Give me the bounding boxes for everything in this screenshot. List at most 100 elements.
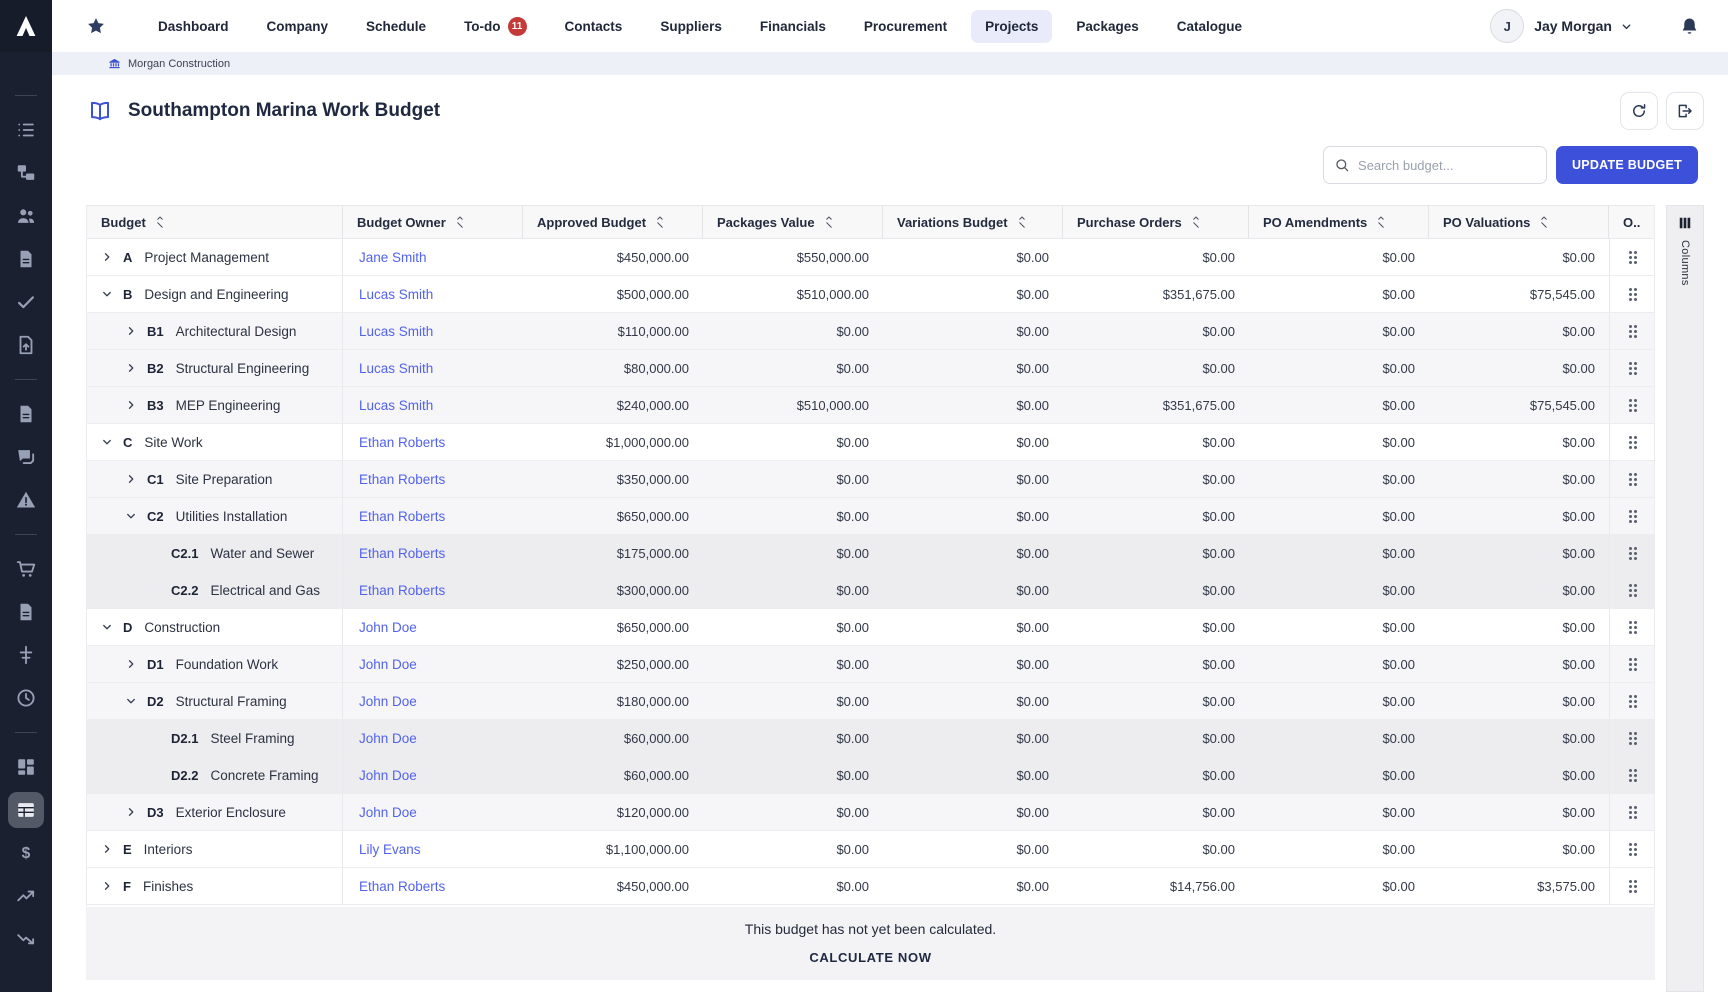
column-header-budget-owner[interactable]: Budget Owner — [343, 206, 523, 238]
owner-link[interactable]: Ethan Roberts — [343, 546, 445, 561]
owner-link[interactable]: Lucas Smith — [343, 398, 433, 413]
owner-link[interactable]: John Doe — [343, 805, 417, 820]
breadcrumb-company[interactable]: Morgan Construction — [128, 58, 230, 70]
sidebar-trend-down-icon[interactable] — [8, 921, 44, 957]
app-logo[interactable] — [0, 0, 52, 52]
sidebar-warning-icon[interactable] — [8, 482, 44, 518]
owner-link[interactable]: Ethan Roberts — [343, 879, 445, 894]
expand-chevron-right-icon[interactable] — [123, 473, 139, 485]
nav-item-procurement[interactable]: Procurement — [850, 10, 961, 43]
row-actions-menu[interactable] — [1609, 720, 1654, 756]
owner-link[interactable]: John Doe — [343, 657, 417, 672]
column-header-purchase-orders[interactable]: Purchase Orders — [1063, 206, 1249, 238]
owner-link[interactable]: Jane Smith — [343, 250, 427, 265]
sidebar-list-icon[interactable] — [8, 112, 44, 148]
sidebar-file-upload-icon[interactable] — [8, 327, 44, 363]
expand-chevron-right-icon[interactable] — [99, 880, 115, 892]
column-header-variations-budget[interactable]: Variations Budget — [883, 206, 1063, 238]
expand-chevron-right-icon[interactable] — [123, 806, 139, 818]
nav-item-schedule[interactable]: Schedule — [352, 10, 440, 43]
owner-link[interactable]: Ethan Roberts — [343, 509, 445, 524]
collapse-chevron-down-icon[interactable] — [123, 510, 139, 522]
sidebar-check-icon[interactable] — [8, 284, 44, 320]
search-input[interactable] — [1358, 158, 1536, 173]
expand-chevron-right-icon[interactable] — [123, 658, 139, 670]
column-header-po-amendments[interactable]: PO Amendments — [1249, 206, 1429, 238]
nav-item-packages[interactable]: Packages — [1062, 10, 1152, 43]
row-actions-menu[interactable] — [1609, 535, 1654, 571]
expand-chevron-right-icon[interactable] — [99, 843, 115, 855]
expand-chevron-right-icon[interactable] — [99, 251, 115, 263]
sidebar-chat-icon[interactable] — [8, 439, 44, 475]
nav-item-suppliers[interactable]: Suppliers — [646, 10, 736, 43]
row-actions-menu[interactable] — [1609, 276, 1654, 312]
favorite-star-icon[interactable] — [86, 16, 106, 36]
row-actions-menu[interactable] — [1609, 498, 1654, 534]
owner-link[interactable]: John Doe — [343, 731, 417, 746]
calculate-now-button[interactable]: CALCULATE NOW — [809, 950, 931, 965]
nav-item-contacts[interactable]: Contacts — [551, 10, 637, 43]
sidebar-trend-up-icon[interactable] — [8, 878, 44, 914]
sidebar-people-icon[interactable] — [8, 198, 44, 234]
notifications-bell-icon[interactable] — [1679, 16, 1700, 37]
owner-link[interactable]: Lucas Smith — [343, 361, 433, 376]
row-actions-menu[interactable] — [1609, 313, 1654, 349]
nav-item-projects[interactable]: Projects — [971, 10, 1052, 43]
row-actions-menu[interactable] — [1609, 683, 1654, 719]
row-actions-menu[interactable] — [1609, 424, 1654, 460]
sidebar-dollar-icon[interactable]: $ — [8, 835, 44, 871]
row-actions-menu[interactable] — [1609, 572, 1654, 608]
nav-item-dashboard[interactable]: Dashboard — [144, 10, 243, 43]
expand-chevron-right-icon[interactable] — [123, 325, 139, 337]
expand-chevron-right-icon[interactable] — [123, 399, 139, 411]
nav-item-financials[interactable]: Financials — [746, 10, 840, 43]
owner-link[interactable]: John Doe — [343, 620, 417, 635]
sidebar-clock-icon[interactable] — [8, 680, 44, 716]
sidebar-org-chart-icon[interactable] — [8, 155, 44, 191]
owner-link[interactable]: Lily Evans — [343, 842, 421, 857]
row-actions-menu[interactable] — [1609, 461, 1654, 497]
row-actions-menu[interactable] — [1609, 868, 1654, 904]
row-actions-menu[interactable] — [1609, 831, 1654, 867]
columns-panel-toggle[interactable]: Columns — [1666, 205, 1704, 992]
owner-link[interactable]: Lucas Smith — [343, 324, 433, 339]
sidebar-dashboard-icon[interactable] — [8, 749, 44, 785]
owner-link[interactable]: Ethan Roberts — [343, 435, 445, 450]
export-button[interactable] — [1666, 92, 1704, 130]
sidebar-document-icon[interactable] — [8, 594, 44, 630]
row-actions-menu[interactable] — [1609, 609, 1654, 645]
chevron-down-icon[interactable] — [1620, 20, 1633, 33]
sidebar-table-icon[interactable] — [8, 792, 44, 828]
row-actions-menu[interactable] — [1609, 757, 1654, 793]
collapse-chevron-down-icon[interactable] — [99, 436, 115, 448]
row-actions-menu[interactable] — [1609, 794, 1654, 830]
nav-item-company[interactable]: Company — [253, 10, 343, 43]
sidebar-document-icon[interactable] — [8, 396, 44, 432]
owner-link[interactable]: John Doe — [343, 694, 417, 709]
update-budget-button[interactable]: UPDATE BUDGET — [1556, 146, 1698, 184]
owner-link[interactable]: Lucas Smith — [343, 287, 433, 302]
row-actions-menu[interactable] — [1609, 387, 1654, 423]
row-actions-menu[interactable] — [1609, 646, 1654, 682]
column-header-budget[interactable]: Budget — [87, 206, 343, 238]
expand-chevron-right-icon[interactable] — [123, 362, 139, 374]
user-name[interactable]: Jay Morgan — [1534, 18, 1612, 34]
owner-link[interactable]: Ethan Roberts — [343, 583, 445, 598]
column-header-approved-budget[interactable]: Approved Budget — [523, 206, 703, 238]
avatar[interactable]: J — [1490, 9, 1524, 43]
row-actions-menu[interactable] — [1609, 350, 1654, 386]
collapse-chevron-down-icon[interactable] — [99, 621, 115, 633]
owner-link[interactable]: John Doe — [343, 768, 417, 783]
refresh-button[interactable] — [1620, 92, 1658, 130]
sidebar-document-icon[interactable] — [8, 241, 44, 277]
collapse-chevron-down-icon[interactable] — [123, 695, 139, 707]
nav-item-catalogue[interactable]: Catalogue — [1163, 10, 1256, 43]
nav-item-to-do[interactable]: To-do11 — [450, 8, 540, 45]
owner-link[interactable]: Ethan Roberts — [343, 472, 445, 487]
collapse-chevron-down-icon[interactable] — [99, 288, 115, 300]
sidebar-cart-icon[interactable] — [8, 551, 44, 587]
sidebar-adjustments-icon[interactable] — [8, 637, 44, 673]
column-header-packages-value[interactable]: Packages Value — [703, 206, 883, 238]
column-header-po-valuations[interactable]: PO Valuations — [1429, 206, 1609, 238]
row-actions-menu[interactable] — [1609, 239, 1654, 275]
